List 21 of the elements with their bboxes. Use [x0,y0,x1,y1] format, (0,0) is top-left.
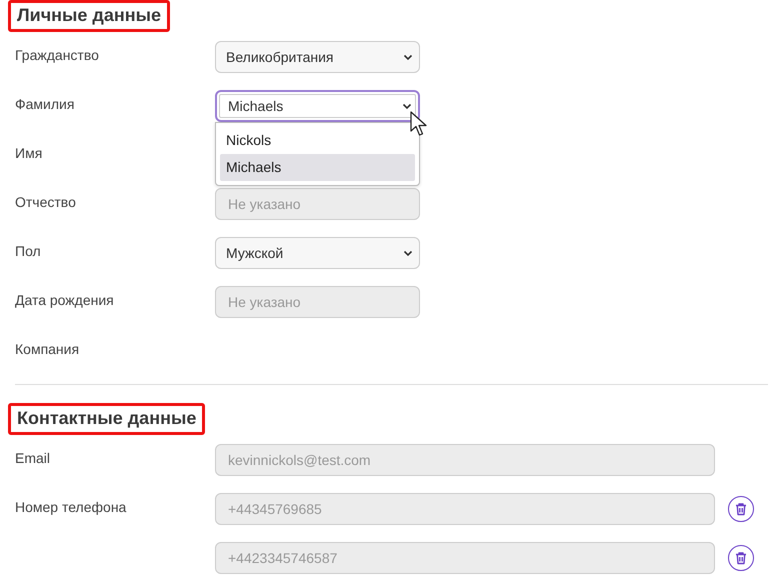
field-label: Email [14,449,52,468]
field-label: Дата рождения [14,291,115,310]
dropdown-option[interactable]: Nickols [220,127,415,154]
chevron-down-icon [403,54,413,60]
field-label: Отчество [14,193,77,212]
field-label: Гражданство [14,46,100,65]
section-heading: Контактные данные [8,403,206,435]
dropdown-option[interactable]: Michaels [220,154,415,181]
chevron-down-icon [403,250,413,256]
dropdown-select[interactable]: Michaels [215,90,420,122]
field-label: Номер телефона [14,498,128,517]
section-heading: Личные данные [8,0,170,32]
field-label: Компания [14,340,80,359]
trash-icon [734,502,748,516]
chevron-down-icon [402,102,412,110]
trash-icon [734,551,748,565]
field-label: Имя [14,144,44,163]
field-label: Фамилия [14,95,76,114]
field-label: Пол [14,242,42,261]
dropdown-select[interactable]: Мужской [215,237,420,269]
dropdown-select[interactable]: Великобритания [215,41,420,73]
